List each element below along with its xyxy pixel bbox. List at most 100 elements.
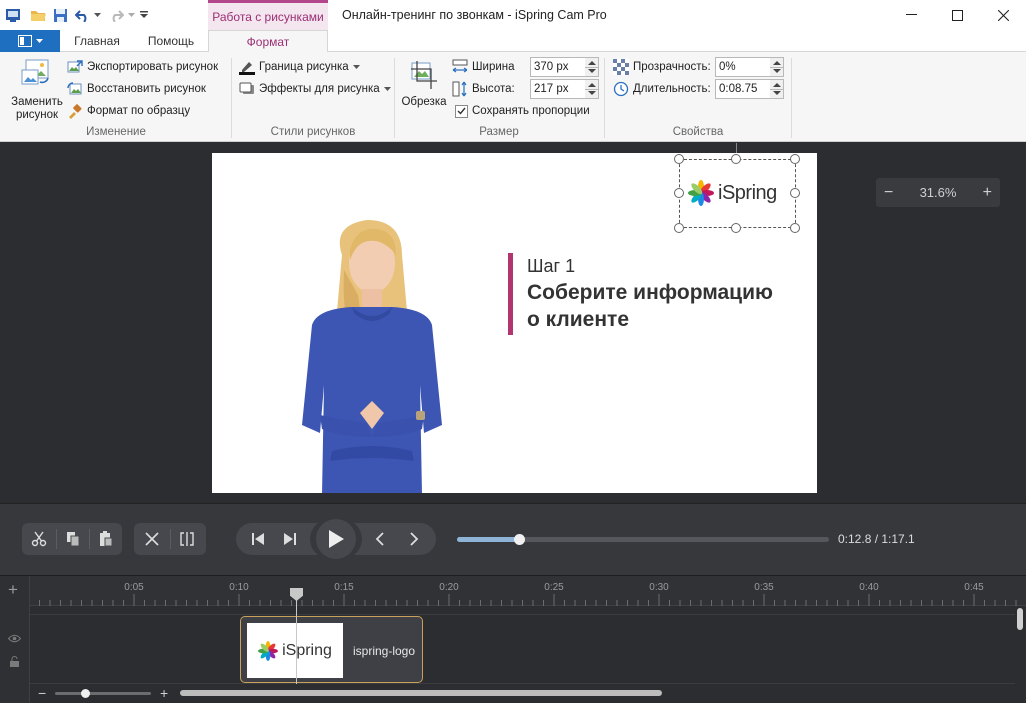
clip-thumbnail-text: iSpring bbox=[282, 641, 332, 659]
restore-image-label: Восстановить рисунок bbox=[87, 83, 206, 95]
lock-icon[interactable] bbox=[9, 656, 20, 671]
width-icon bbox=[452, 59, 468, 75]
crop-label: Обрезка bbox=[401, 96, 447, 108]
slide-heading-line-1[interactable]: Соберите информацию bbox=[527, 281, 773, 305]
ispring-logo[interactable]: iSpring bbox=[688, 180, 777, 206]
open-icon[interactable] bbox=[28, 5, 48, 25]
context-tab-title: Работа с рисунками bbox=[208, 0, 328, 30]
width-input[interactable]: 370 px bbox=[530, 57, 586, 77]
undo-icon[interactable] bbox=[72, 5, 92, 25]
timeline-footer: − + bbox=[30, 684, 1026, 703]
ruler-tick-label: 0:10 bbox=[229, 582, 249, 593]
slide-step[interactable]: Шаг 1 bbox=[527, 256, 575, 277]
maximize-icon[interactable] bbox=[934, 0, 980, 30]
presenter-image[interactable] bbox=[272, 215, 472, 493]
cut-icon[interactable] bbox=[23, 523, 55, 555]
checkbox-checked-icon bbox=[455, 104, 468, 118]
horizontal-scrollbar[interactable] bbox=[180, 690, 662, 696]
resize-handle-s[interactable] bbox=[731, 223, 741, 233]
slide-canvas[interactable]: Шаг 1 Соберите информацию о клиенте iSpr… bbox=[212, 153, 817, 493]
image-effects-label: Эффекты для рисунка bbox=[259, 83, 380, 95]
play-icon bbox=[329, 530, 344, 548]
format-painter-button[interactable]: Формат по образцу bbox=[67, 101, 190, 121]
timeline-ruler[interactable]: 0:05 0:10 0:15 0:20 0:25 0:30 0:35 0:40 0:45 bbox=[30, 576, 1026, 606]
opacity-input[interactable]: 0% bbox=[715, 57, 771, 77]
height-spinner[interactable] bbox=[585, 79, 599, 99]
redo-icon[interactable] bbox=[106, 5, 126, 25]
ispring-flower-icon bbox=[688, 180, 714, 206]
redo-dropdown-icon[interactable] bbox=[126, 5, 136, 25]
ruler-tick-label: 0:25 bbox=[544, 582, 564, 593]
replace-image-button[interactable]: Заменить рисунок bbox=[8, 56, 66, 122]
zoom-in-button[interactable]: + bbox=[983, 184, 992, 202]
undo-dropdown-icon[interactable] bbox=[92, 5, 102, 25]
keep-proportions-checkbox[interactable]: Сохранять пропорции bbox=[455, 101, 590, 121]
ribbon-tabs: Главная Помощь Формат bbox=[0, 30, 1026, 53]
restore-image-icon bbox=[67, 81, 83, 97]
next-frame-icon[interactable] bbox=[398, 523, 430, 555]
ruler-tick-label: 0:20 bbox=[439, 582, 459, 593]
timeline-zoom-slider[interactable] bbox=[55, 689, 151, 698]
ruler-tick-label: 0:05 bbox=[124, 582, 144, 593]
progress-handle[interactable] bbox=[513, 534, 525, 545]
progress-bar[interactable] bbox=[457, 534, 829, 545]
title-bar: Работа с рисунками Онлайн-тренинг по зво… bbox=[0, 0, 1026, 30]
customize-toolbar-icon[interactable] bbox=[138, 5, 150, 25]
slide-heading-line-2[interactable]: о клиенте bbox=[527, 308, 629, 332]
add-track-button[interactable]: + bbox=[8, 580, 18, 600]
export-image-button[interactable]: Экспортировать рисунок bbox=[67, 57, 218, 77]
resize-handle-w[interactable] bbox=[674, 188, 684, 198]
save-icon[interactable] bbox=[50, 5, 70, 25]
tab-help[interactable]: Помощь bbox=[136, 30, 206, 52]
tab-format[interactable]: Формат bbox=[208, 30, 328, 53]
timeline-zoom-handle[interactable] bbox=[81, 689, 90, 698]
skip-to-start-icon[interactable] bbox=[242, 523, 274, 555]
tab-home[interactable]: Главная bbox=[62, 30, 132, 52]
minimize-icon[interactable] bbox=[888, 0, 934, 30]
visibility-icon[interactable] bbox=[7, 632, 22, 646]
resize-handle-e[interactable] bbox=[790, 188, 800, 198]
opacity-label: Прозрачность: bbox=[633, 61, 711, 73]
timeline-zoom-out-button[interactable]: − bbox=[38, 685, 46, 701]
duration-spinner[interactable] bbox=[770, 79, 784, 99]
resize-handle-sw[interactable] bbox=[674, 223, 684, 233]
height-input[interactable]: 217 px bbox=[530, 79, 586, 99]
progress-fill bbox=[457, 537, 519, 542]
export-image-icon bbox=[67, 59, 83, 75]
zoom-value: 31.6% bbox=[919, 185, 957, 200]
track-controls: + bbox=[0, 576, 30, 703]
delete-segment-icon[interactable] bbox=[136, 523, 168, 555]
image-effects-button[interactable]: Эффекты для рисунка bbox=[239, 79, 391, 99]
resize-handle-n[interactable] bbox=[731, 154, 741, 164]
previous-frame-icon[interactable] bbox=[364, 523, 396, 555]
width-spinner[interactable] bbox=[585, 57, 599, 77]
transparency-icon bbox=[613, 59, 629, 75]
group-label-change: Изменение bbox=[86, 126, 146, 138]
vertical-scrollbar[interactable] bbox=[1017, 608, 1023, 630]
timeline-zoom-in-button[interactable]: + bbox=[160, 685, 168, 701]
copy-icon[interactable] bbox=[57, 523, 89, 555]
paste-icon[interactable] bbox=[90, 523, 122, 555]
image-border-label: Граница рисунка bbox=[259, 61, 349, 73]
opacity-spinner[interactable] bbox=[770, 57, 784, 77]
image-border-button[interactable]: Граница рисунка bbox=[239, 57, 360, 77]
replace-image-icon bbox=[21, 59, 49, 85]
playhead[interactable] bbox=[296, 596, 297, 684]
timeline-track[interactable] bbox=[30, 614, 1015, 684]
app-icon[interactable] bbox=[4, 5, 22, 25]
resize-handle-se[interactable] bbox=[790, 223, 800, 233]
resize-handle-ne[interactable] bbox=[790, 154, 800, 164]
restore-image-button[interactable]: Восстановить рисунок bbox=[67, 79, 206, 99]
resize-handle-nw[interactable] bbox=[674, 154, 684, 164]
split-icon[interactable] bbox=[171, 523, 203, 555]
canvas-area[interactable]: Шаг 1 Соберите информацию о клиенте iSpr… bbox=[0, 143, 1026, 503]
logo-selection[interactable]: iSpring bbox=[679, 159, 796, 228]
skip-to-end-icon[interactable] bbox=[274, 523, 306, 555]
close-icon[interactable] bbox=[980, 0, 1026, 30]
file-menu-button[interactable] bbox=[0, 30, 60, 52]
crop-button[interactable]: Обрезка bbox=[398, 56, 450, 116]
duration-input[interactable]: 0:08.75 bbox=[715, 79, 771, 99]
play-button[interactable] bbox=[310, 519, 362, 559]
zoom-out-button[interactable]: − bbox=[884, 184, 893, 202]
timeline-clip[interactable]: iSpring ispring-logo bbox=[240, 616, 423, 683]
